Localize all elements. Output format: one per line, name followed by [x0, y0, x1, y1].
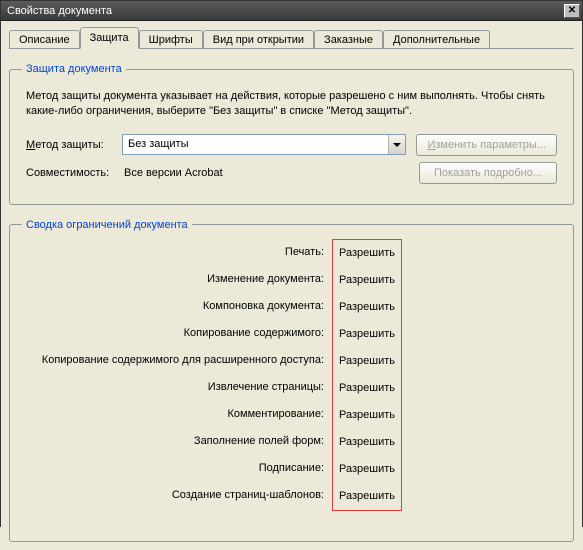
- tab-custom[interactable]: Заказные: [314, 30, 383, 48]
- restriction-label: Изменение документа:: [22, 273, 332, 285]
- restrictions-values-col: Разрешить Разрешить Разрешить Разрешить …: [332, 239, 402, 511]
- tab-description[interactable]: Описание: [9, 30, 80, 48]
- restriction-value: Разрешить: [333, 294, 401, 321]
- restriction-value: Разрешить: [333, 240, 401, 267]
- restriction-value: Разрешить: [333, 429, 401, 456]
- restrictions-table: Печать: Изменение документа: Компоновка …: [22, 239, 561, 511]
- restriction-value: Разрешить: [333, 348, 401, 375]
- security-description: Метод защиты документа указывает на дейс…: [26, 89, 557, 120]
- security-method-combo[interactable]: Без защиты: [122, 134, 406, 155]
- window-title: Свойства документа: [7, 5, 112, 17]
- restriction-value: Разрешить: [333, 321, 401, 348]
- restriction-value: Разрешить: [333, 375, 401, 402]
- chevron-down-icon[interactable]: [388, 135, 405, 154]
- title-bar: Свойства документа ✕: [1, 1, 582, 21]
- show-details-button[interactable]: Показать подробно...: [419, 162, 557, 184]
- restriction-label: Копирование содержимого для расширенного…: [22, 354, 332, 366]
- tab-advanced[interactable]: Дополнительные: [383, 30, 490, 48]
- tab-security[interactable]: Защита: [80, 27, 139, 49]
- dialog-body: Описание Защита Шрифты Вид при открытии …: [1, 21, 582, 550]
- document-security-group: Защита документа Метод защиты документа …: [9, 63, 574, 205]
- restriction-label: Копирование содержимого:: [22, 327, 332, 339]
- restrictions-summary-group: Сводка ограничений документа Печать: Изм…: [9, 219, 574, 542]
- tab-fonts[interactable]: Шрифты: [139, 30, 203, 48]
- restriction-label: Комментирование:: [22, 408, 332, 420]
- change-settings-button[interactable]: Изменить параметры...: [416, 134, 557, 156]
- restriction-label: Заполнение полей форм:: [22, 435, 332, 447]
- tab-strip: Описание Защита Шрифты Вид при открытии …: [9, 27, 574, 49]
- security-method-row: Метод защиты: Без защиты Изменить параме…: [26, 134, 557, 156]
- restriction-label: Компоновка документа:: [22, 300, 332, 312]
- compatibility-row: Совместимость: Все версии Acrobat Показа…: [26, 162, 557, 184]
- restriction-value: Разрешить: [333, 456, 401, 483]
- security-method-value: Без защиты: [123, 135, 388, 154]
- restriction-value: Разрешить: [333, 483, 401, 510]
- restriction-label: Создание страниц-шаблонов:: [22, 489, 332, 501]
- document-security-legend: Защита документа: [22, 63, 126, 75]
- restriction-value: Разрешить: [333, 402, 401, 429]
- tab-initial-view[interactable]: Вид при открытии: [203, 30, 314, 48]
- restrictions-summary-legend: Сводка ограничений документа: [22, 219, 192, 231]
- restriction-value: Разрешить: [333, 267, 401, 294]
- compatibility-label: Совместимость:: [26, 167, 122, 179]
- restriction-label: Подписание:: [22, 462, 332, 474]
- restrictions-labels-col: Печать: Изменение документа: Компоновка …: [22, 239, 332, 511]
- restriction-label: Извлечение страницы:: [22, 381, 332, 393]
- restriction-label: Печать:: [22, 246, 332, 258]
- close-button[interactable]: ✕: [564, 4, 580, 18]
- security-method-label: Метод защиты:: [26, 139, 122, 151]
- compatibility-value: Все версии Acrobat: [122, 164, 409, 182]
